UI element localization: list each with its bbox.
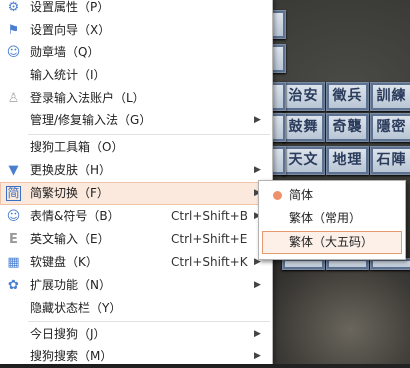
simplified-traditional-submenu: 简体 繁体（常用） 繁体（大五码） xyxy=(258,180,406,260)
menu-item-label: 勋章墙（Q） xyxy=(30,45,100,59)
menu-item-hide-statusbar[interactable]: 隐藏状态栏（Y） xyxy=(0,297,270,320)
menu-item-setup-wizard[interactable]: ⚑ 设置向导（X） xyxy=(0,19,270,42)
menu-item-settings[interactable]: ⚙ 设置属性（P） xyxy=(0,0,270,19)
shortcut-label: Ctrl+Shift+B xyxy=(171,209,248,223)
game-tile[interactable]: 隱密 xyxy=(370,113,410,142)
gear-icon: ⚙ xyxy=(7,0,20,15)
menu-item-emoji-symbols[interactable]: ☺ 表情&符号（B） Ctrl+Shift+B ▶ xyxy=(0,205,270,228)
menu-item-change-skin[interactable]: ▼ 更换皮肤（H） ▶ xyxy=(0,159,270,182)
submenu-item-traditional-big5[interactable]: 繁体（大五码） xyxy=(262,231,402,254)
submenu-arrow-icon: ▶ xyxy=(254,115,261,125)
menu-item-label: 英文输入（E） xyxy=(30,232,110,246)
game-tile[interactable]: 徵兵 xyxy=(326,82,369,111)
game-tile[interactable]: 訓練 xyxy=(370,82,410,111)
menu-separator xyxy=(28,321,270,322)
menu-item-manage-repair[interactable]: 管理/修复输入法（G） ▶ xyxy=(0,109,270,132)
menu-item-label: 设置向导（X） xyxy=(30,23,111,37)
submenu-item-traditional-common[interactable]: 繁体（常用） xyxy=(263,207,401,230)
submenu-arrow-icon: ▶ xyxy=(254,329,261,339)
menu-item-label: 输入统计（I） xyxy=(30,68,106,82)
menu-item-soft-keyboard[interactable]: ▦ 软键盘（K） Ctrl+Shift+K ▶ xyxy=(0,251,270,274)
menu-item-label: 搜狗搜索（M） xyxy=(30,349,113,363)
submenu-arrow-icon: ▶ xyxy=(254,280,261,290)
menu-item-label: 软键盘（K） xyxy=(30,255,98,269)
menu-separator xyxy=(28,134,270,135)
menu-item-today-sogou[interactable]: 今日搜狗（J） ▶ xyxy=(0,323,270,346)
menu-item-extensions[interactable]: ✿ 扩展功能（N） ▶ xyxy=(0,274,270,297)
menu-item-label: 设置属性（P） xyxy=(30,0,110,14)
keyboard-icon: ▦ xyxy=(7,255,20,270)
menu-item-label: 登录输入法账户（L） xyxy=(30,91,145,105)
submenu-item-label: 简体 xyxy=(289,188,314,202)
menu-item-label: 表情&符号（B） xyxy=(30,209,120,223)
medal-icon: ☺ xyxy=(6,45,21,60)
menu-item-sogou-search[interactable]: 搜狗搜索（M） ▶ xyxy=(0,345,270,368)
game-tile[interactable]: 治安 xyxy=(282,82,325,111)
smiley-icon: ☺ xyxy=(6,209,21,224)
submenu-arrow-icon: ▶ xyxy=(254,351,261,361)
menu-item-medal-wall[interactable]: ☺ 勋章墙（Q） xyxy=(0,41,270,64)
radio-selected-icon xyxy=(273,191,282,200)
menu-item-label: 更换皮肤（H） xyxy=(30,163,112,177)
submenu-item-label: 繁体（常用） xyxy=(289,211,362,225)
game-tile[interactable]: 奇襲 xyxy=(326,113,369,142)
menu-item-english-input[interactable]: E 英文输入（E） Ctrl+Shift+E xyxy=(0,228,270,251)
game-tile[interactable]: 鼓舞 xyxy=(282,113,325,142)
menu-item-label: 搜狗工具箱（O） xyxy=(30,140,124,154)
jian-icon: 简 xyxy=(6,186,21,201)
menu-item-label: 今日搜狗（J） xyxy=(30,327,106,341)
english-icon: E xyxy=(9,232,18,247)
menu-item-input-stats[interactable]: 输入统计（I） xyxy=(0,64,270,87)
menu-item-toolbox[interactable]: 搜狗工具箱（O） xyxy=(0,136,270,159)
submenu-arrow-icon: ▶ xyxy=(254,165,261,175)
puzzle-icon: ✿ xyxy=(8,278,19,293)
menu-item-label: 扩展功能（N） xyxy=(30,278,111,292)
game-tile[interactable]: 地理 xyxy=(326,146,369,175)
shirt-icon: ▼ xyxy=(8,163,19,178)
shortcut-label: Ctrl+Shift+K xyxy=(171,255,248,269)
menu-item-simplified-traditional[interactable]: 简 简繁切换（F） ▶ xyxy=(0,182,270,205)
submenu-item-simplified[interactable]: 简体 xyxy=(263,184,401,207)
flag-icon: ⚑ xyxy=(7,23,20,38)
menu-item-login[interactable]: ♙ 登录输入法账户（L） xyxy=(0,87,270,110)
shortcut-label: Ctrl+Shift+E xyxy=(171,232,248,246)
menu-item-label: 隐藏状态栏（Y） xyxy=(30,301,122,315)
submenu-item-label: 繁体（大五码） xyxy=(289,235,374,249)
game-tile[interactable]: 天文 xyxy=(282,146,325,175)
game-tile[interactable]: 石陣 xyxy=(370,146,410,175)
menu-item-label: 管理/修复输入法（G） xyxy=(30,113,152,127)
menu-item-label: 简繁切换（F） xyxy=(30,186,109,200)
user-icon: ♙ xyxy=(7,91,20,106)
ime-context-menu: ⚙ 设置属性（P） ⚑ 设置向导（X） ☺ 勋章墙（Q） 输入统计（I） ♙ 登… xyxy=(0,0,273,364)
